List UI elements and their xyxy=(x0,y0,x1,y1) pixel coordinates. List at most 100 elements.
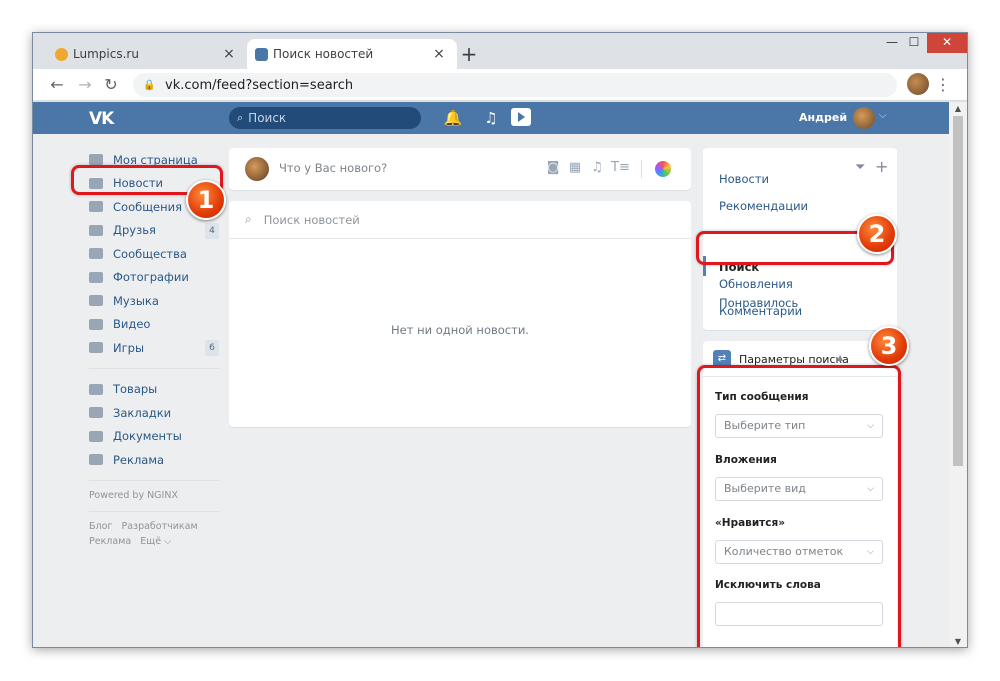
music-icon[interactable]: ♫ xyxy=(481,108,501,128)
nav-item-documents[interactable]: Документы xyxy=(89,425,219,449)
bag-icon xyxy=(89,383,103,395)
nav-item-ads[interactable]: Реклама xyxy=(89,448,219,472)
user-avatar[interactable] xyxy=(853,107,875,129)
nav-label: Фотографии xyxy=(113,270,189,285)
tab-close-icon[interactable]: × xyxy=(431,46,447,62)
footer-blog-link[interactable]: Блог xyxy=(89,521,112,532)
home-icon xyxy=(89,154,103,166)
nav-divider xyxy=(89,367,219,369)
nav-label: Товары xyxy=(113,382,158,397)
nav-label: Сообщества xyxy=(113,246,187,261)
lock-icon: 🔒 xyxy=(143,79,156,91)
tab-close-icon[interactable]: × xyxy=(221,46,237,62)
nav-label: Видео xyxy=(113,317,151,332)
browser-window: Lumpics.ru × Поиск новостей × + — ☐ ✕ ← … xyxy=(32,32,968,648)
composer-divider xyxy=(641,160,642,178)
add-icon[interactable]: + xyxy=(875,157,888,176)
nav-label: Игры xyxy=(113,340,145,355)
star-icon xyxy=(89,407,103,419)
nav-item-video[interactable]: Видео xyxy=(89,313,219,337)
footer-more-link[interactable]: Ещё ⌵ xyxy=(140,536,171,547)
menu-item-news[interactable]: Новости xyxy=(719,172,769,186)
news-search-input[interactable]: ⌕ Поиск новостей xyxy=(229,201,691,239)
composer-placeholder[interactable]: Что у Вас нового? xyxy=(279,161,387,175)
play-icon[interactable] xyxy=(511,108,531,126)
nav-item-goods[interactable]: Товары xyxy=(89,378,219,402)
nav-item-music[interactable]: Музыка xyxy=(89,289,219,313)
camera-icon[interactable]: ◙ xyxy=(545,160,561,176)
filter-icon[interactable]: ⏷ xyxy=(855,160,865,175)
gamepad-icon xyxy=(89,342,103,354)
tab-title: Поиск новостей xyxy=(273,47,374,61)
nav-label: Документы xyxy=(113,429,182,444)
powered-by-text: Powered by NGINX xyxy=(89,489,178,501)
vk-logo[interactable]: VK xyxy=(89,109,114,129)
menu-item-updates[interactable]: Обновления xyxy=(719,277,793,291)
news-search-placeholder: Поиск новостей xyxy=(263,212,360,227)
nav-item-friends[interactable]: Друзья 4 xyxy=(89,219,219,243)
bell-icon[interactable]: 🔔 xyxy=(443,108,463,128)
step-badge-2: 2 xyxy=(857,214,897,254)
footer-links: Блог Разработчикам xyxy=(89,521,219,532)
scrollbar-thumb[interactable] xyxy=(953,116,963,466)
nav-label: Музыка xyxy=(113,293,159,308)
tab-lumpics[interactable]: Lumpics.ru × xyxy=(47,39,247,69)
video-icon xyxy=(89,318,103,330)
window-close-button[interactable]: ✕ xyxy=(927,33,967,53)
document-icon xyxy=(89,430,103,442)
reload-button[interactable]: ↻ xyxy=(99,73,123,97)
address-bar[interactable]: 🔒 vk.com/feed?section=search ☆ xyxy=(133,73,921,97)
nav-item-groups[interactable]: Сообщества xyxy=(89,242,219,266)
camera-icon xyxy=(89,271,103,283)
groups-icon xyxy=(89,248,103,260)
scroll-up-icon[interactable]: ▲ xyxy=(953,104,963,113)
footer-ads-link[interactable]: Реклама xyxy=(89,536,131,547)
footer-links-row2: Реклама Ещё ⌵ xyxy=(89,536,219,547)
user-name[interactable]: Андрей xyxy=(799,111,847,124)
menu-item-comments[interactable]: Комментарии xyxy=(719,304,802,318)
nav-label: Сообщения xyxy=(113,199,183,214)
forward-button[interactable]: → xyxy=(73,73,97,97)
step-badge-1: 1 xyxy=(186,180,226,220)
url-text: vk.com/feed?section=search xyxy=(165,77,354,93)
new-tab-button[interactable]: + xyxy=(457,43,481,65)
video-icon[interactable]: ▦ xyxy=(567,160,583,176)
footer-developers-link[interactable]: Разработчикам xyxy=(121,521,197,532)
messages-icon xyxy=(89,201,103,213)
callout-params xyxy=(697,365,901,647)
text-format-icon[interactable]: T≡ xyxy=(611,160,630,176)
search-icon: ⌕ xyxy=(237,111,244,124)
composer-avatar xyxy=(245,157,269,181)
color-wheel-icon[interactable] xyxy=(655,161,671,177)
chevron-down-icon[interactable]: ⌵ xyxy=(879,110,887,121)
vk-favicon-icon xyxy=(255,48,268,61)
step-badge-3: 3 xyxy=(869,326,909,366)
nav-label: Реклама xyxy=(113,452,165,467)
back-button[interactable]: ← xyxy=(45,73,69,97)
maximize-button[interactable]: ☐ xyxy=(899,33,929,53)
vk-page: VK ⌕ Поиск 🔔 ♫ Андрей ⌵ Моя страница Нов… xyxy=(33,102,949,647)
nav-item-games[interactable]: Игры 6 xyxy=(89,336,219,360)
news-search-card: ⌕ Поиск новостей Нет ни одной новости. xyxy=(229,201,691,427)
nav-label: Закладки xyxy=(113,405,172,420)
search-icon: ⌕ xyxy=(245,212,252,226)
megaphone-icon xyxy=(89,454,103,466)
browser-menu-icon[interactable]: ⋮ xyxy=(935,73,951,97)
nav-label: Друзья xyxy=(113,223,156,238)
games-count-badge: 6 xyxy=(205,340,219,356)
nav-item-bookmarks[interactable]: Закладки xyxy=(89,401,219,425)
page-scrollbar[interactable]: ▲ ▼ xyxy=(949,102,967,647)
profile-avatar[interactable] xyxy=(907,73,929,95)
vk-header: VK ⌕ Поиск 🔔 ♫ Андрей ⌵ xyxy=(33,102,949,134)
browser-toolbar: ← → ↻ 🔒 vk.com/feed?section=search ☆ ⋮ xyxy=(33,69,967,101)
nav-divider xyxy=(89,510,219,512)
nav-item-photos[interactable]: Фотографии xyxy=(89,266,219,290)
post-composer[interactable]: Что у Вас нового? ◙ ▦ ♫ T≡ xyxy=(229,148,691,190)
tab-title: Lumpics.ru xyxy=(73,47,139,61)
menu-item-recommendations[interactable]: Рекомендации xyxy=(719,199,808,213)
scroll-down-icon[interactable]: ▼ xyxy=(953,637,963,646)
tab-news-search[interactable]: Поиск новостей × xyxy=(247,39,457,69)
music-icon[interactable]: ♫ xyxy=(589,160,605,176)
vk-search-placeholder: Поиск xyxy=(248,111,287,125)
vk-search-input[interactable]: ⌕ Поиск xyxy=(229,107,421,129)
